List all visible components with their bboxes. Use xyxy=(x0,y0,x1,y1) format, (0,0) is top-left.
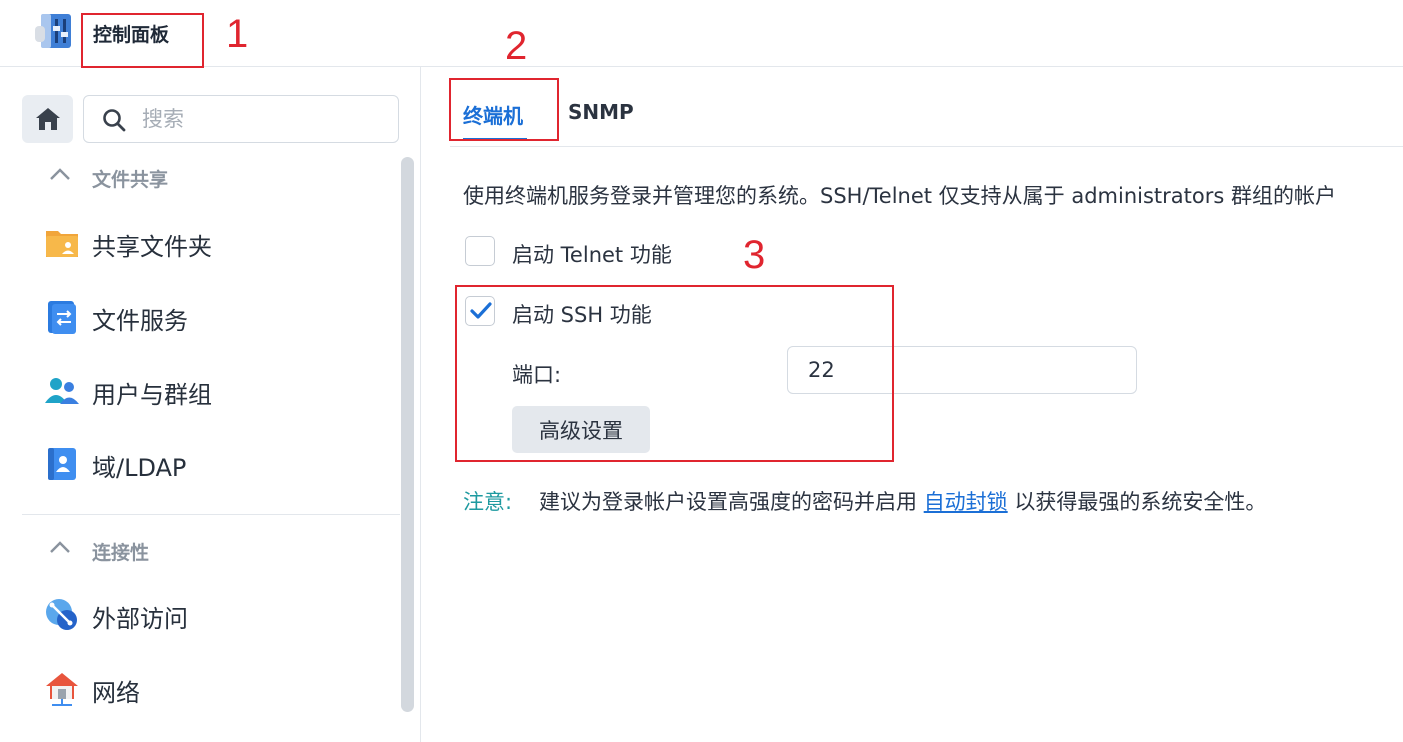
note-text-after: 以获得最强的系统安全性。 xyxy=(1014,490,1267,514)
external-access-icon xyxy=(44,597,80,633)
note-text: 建议为登录帐户设置高强度的密码并启用 自动封锁 以获得最强的系统安全性。 xyxy=(539,486,1266,516)
users-groups-icon xyxy=(44,373,80,409)
sidebar-scrollbar[interactable] xyxy=(401,157,414,712)
annotation-box-1 xyxy=(81,13,204,68)
search-field[interactable] xyxy=(83,95,399,143)
telnet-label: 启动 Telnet 功能 xyxy=(512,243,672,267)
sidebar-item-label: 用户与群组 xyxy=(92,381,212,409)
section-label: 文件共享 xyxy=(92,169,169,191)
tab-divider xyxy=(450,146,1403,147)
tab-snmp[interactable]: SNMP xyxy=(568,100,634,124)
sidebar-item-label: 外部访问 xyxy=(92,605,188,633)
sidebar-divider xyxy=(22,514,400,515)
sidebar-item-label: 共享文件夹 xyxy=(92,233,212,261)
terminal-description: 使用终端机服务登录并管理您的系统。SSH/Telnet 仅支持从属于 admin… xyxy=(463,184,1336,208)
file-services-icon xyxy=(44,299,80,335)
sidebar-item-shared-folder[interactable]: 共享文件夹 xyxy=(44,221,394,265)
sidebar-item-domain-ldap[interactable]: 域/LDAP xyxy=(44,442,394,486)
home-button[interactable] xyxy=(22,95,73,143)
annotation-box-2 xyxy=(449,78,559,141)
sidebar-item-label: 网络 xyxy=(92,679,140,707)
section-label: 连接性 xyxy=(92,542,150,564)
network-icon xyxy=(44,671,80,707)
annotation-box-3 xyxy=(455,285,894,462)
telnet-checkbox[interactable] xyxy=(465,236,495,266)
annotation-number-1: 1 xyxy=(226,12,249,56)
sidebar-item-network[interactable]: 网络 xyxy=(44,667,394,711)
note-text-before: 建议为登录帐户设置高强度的密码并启用 xyxy=(539,490,917,514)
section-file-sharing[interactable]: 文件共享 xyxy=(48,165,168,195)
sidebar-item-file-services[interactable]: 文件服务 xyxy=(44,295,394,339)
note-label: 注意: xyxy=(463,490,513,514)
sidebar-item-external-access[interactable]: 外部访问 xyxy=(44,593,394,637)
title-bar: 控制面板 xyxy=(0,0,1403,67)
search-input[interactable] xyxy=(140,104,384,134)
chevron-up-icon xyxy=(48,538,74,560)
annotation-number-2: 2 xyxy=(505,24,528,68)
sidebar: 文件共享 共享文件夹 文件服务 xyxy=(0,67,421,742)
sidebar-item-label: 域/LDAP xyxy=(92,454,187,482)
auto-block-link[interactable]: 自动封锁 xyxy=(924,490,1008,514)
control-panel-icon xyxy=(33,14,73,48)
domain-ldap-icon xyxy=(44,446,80,482)
section-connectivity[interactable]: 连接性 xyxy=(48,538,149,568)
chevron-up-icon xyxy=(48,165,74,187)
home-icon xyxy=(36,108,60,130)
sidebar-item-label: 文件服务 xyxy=(92,307,188,335)
annotation-number-3: 3 xyxy=(743,233,766,277)
shared-folder-icon xyxy=(44,225,80,261)
search-icon xyxy=(103,109,126,132)
sidebar-item-users-groups[interactable]: 用户与群组 xyxy=(44,369,394,413)
